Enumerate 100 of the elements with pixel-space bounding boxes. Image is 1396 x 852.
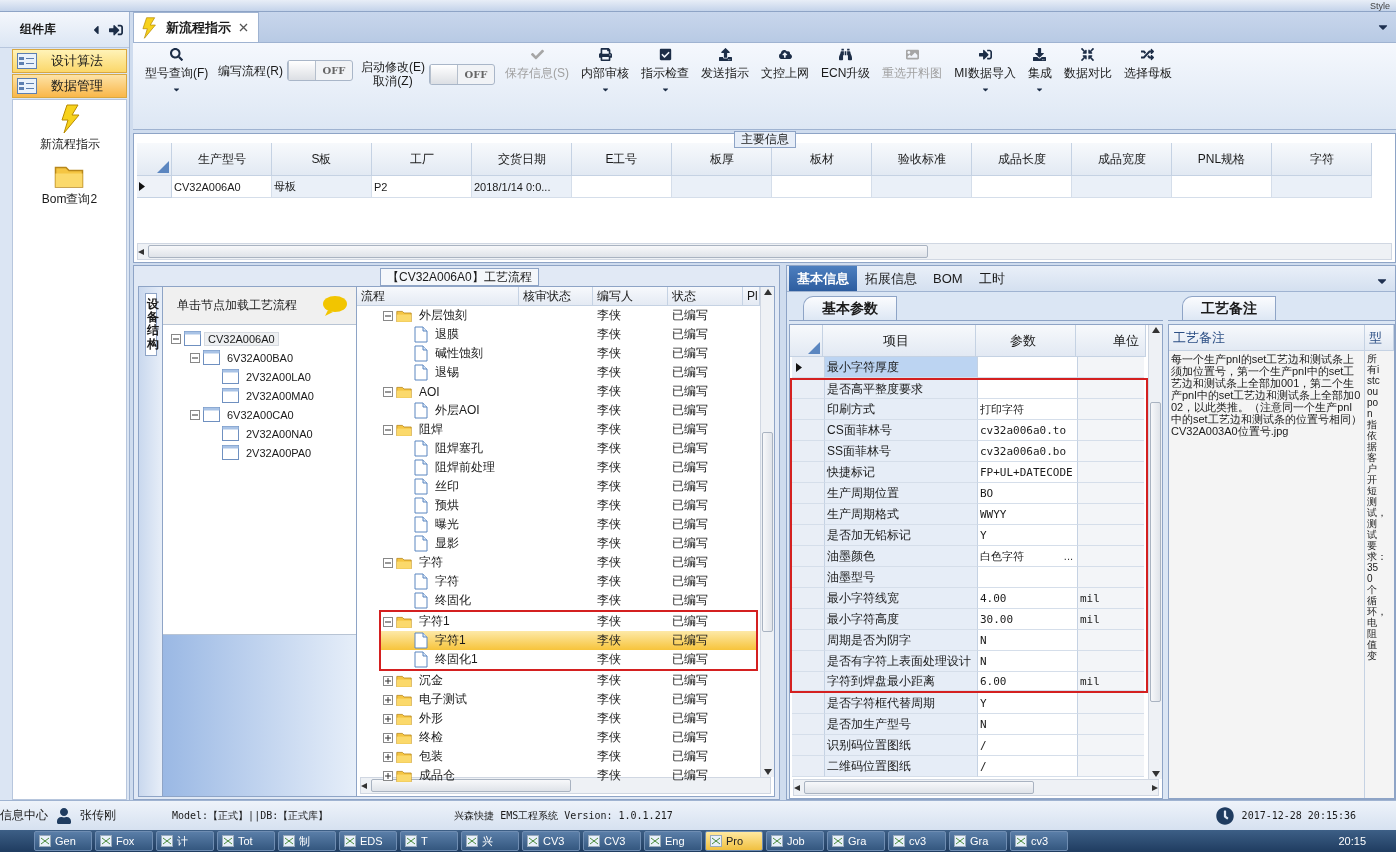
tree-node[interactable]: 6V32A00BA0	[223, 350, 298, 365]
param-value[interactable]: 6.00	[978, 672, 1078, 691]
flow-row[interactable]: 外层蚀刻 李侠 已编写	[357, 306, 760, 325]
scrollbar[interactable]	[137, 243, 1392, 260]
toolbar-button[interactable]: 数据对比	[1057, 47, 1118, 82]
section-tab[interactable]: 基本参数	[803, 296, 897, 320]
taskbar-item[interactable]: Tot	[217, 831, 275, 851]
tree-node[interactable]: 2V32A00PA0	[242, 445, 316, 460]
scroll-up-icon[interactable]	[1151, 327, 1160, 333]
flow-row[interactable]: 预烘 李侠 已编写	[357, 496, 760, 515]
param-value[interactable]: FP+UL+DATECODE	[978, 462, 1078, 483]
column-header[interactable]: 工艺备注	[1169, 325, 1365, 351]
sidebar-group[interactable]: 设计算法	[12, 49, 127, 73]
column-header[interactable]: PNL规格	[1172, 143, 1272, 176]
close-icon[interactable]	[238, 23, 248, 32]
collapse-icon[interactable]	[190, 409, 200, 420]
param-value[interactable]: Y	[978, 525, 1078, 546]
toolbar-button[interactable]: 选择母板	[1117, 47, 1178, 82]
taskbar-item[interactable]: Gen	[34, 831, 92, 851]
scroll-left-icon[interactable]	[794, 784, 802, 791]
flow-row[interactable]: 碱性蚀刻 李侠 已编写	[357, 344, 760, 363]
param-row[interactable]: 最小字符高度 30.00 mil	[790, 609, 1148, 630]
toolbar-button[interactable]: 文控上网	[755, 47, 815, 82]
param-row[interactable]: 是否有字符上表面处理设计 N	[790, 651, 1148, 672]
collapse-icon[interactable]	[383, 310, 393, 321]
column-header[interactable]: 工厂	[372, 143, 472, 176]
scroll-down-icon[interactable]	[763, 769, 772, 775]
flow-row[interactable]: 显影 李侠 已编写	[357, 534, 760, 553]
param-value[interactable]: 打印字符	[978, 399, 1078, 420]
column-header[interactable]: 状态	[668, 287, 743, 305]
taskbar-item[interactable]: Pro	[705, 831, 763, 851]
taskbar-item[interactable]: cv3	[1010, 831, 1068, 851]
param-row[interactable]: 生产周期位置 BO	[790, 483, 1148, 504]
param-row[interactable]: 是否字符框代替周期 Y	[790, 693, 1148, 714]
collapse-icon[interactable]	[383, 424, 393, 435]
sidebar-group[interactable]: 数据管理	[12, 74, 127, 98]
collapse-icon[interactable]	[383, 616, 393, 627]
param-value[interactable]: 30.00	[978, 609, 1078, 630]
tab[interactable]: 拓展信息	[857, 266, 925, 291]
sidebar-item[interactable]: 新流程指示	[37, 102, 102, 155]
scrollbar[interactable]	[793, 779, 1159, 796]
expand-icon[interactable]	[383, 713, 393, 724]
param-value[interactable]: /	[978, 756, 1078, 777]
section-tab[interactable]: 工艺备注	[1182, 296, 1276, 320]
taskbar-item[interactable]: Job	[766, 831, 824, 851]
expand-icon[interactable]	[383, 751, 393, 762]
flow-row[interactable]: 终检 李侠 已编写	[357, 728, 760, 747]
sidebar-item[interactable]: Bom查询2	[39, 161, 100, 210]
tree-node[interactable]: 2V32A00NA0	[242, 426, 317, 441]
param-row[interactable]: 快捷标记 FP+UL+DATECODE	[790, 462, 1148, 483]
flow-row[interactable]: 丝印 李侠 已编写	[357, 477, 760, 496]
param-value[interactable]: 4.00	[978, 588, 1078, 609]
taskbar-item[interactable]: Eng	[644, 831, 702, 851]
param-row[interactable]: 周期是否为阴字 N	[790, 630, 1148, 651]
param-row[interactable]: 印刷方式 打印字符	[790, 399, 1148, 420]
param-value[interactable]: N	[978, 714, 1078, 735]
column-header[interactable]: 核审状态	[519, 287, 593, 305]
expand-icon[interactable]	[383, 770, 393, 781]
taskbar-item[interactable]: Fox	[95, 831, 153, 851]
toolbar-button[interactable]: 内部审核	[575, 47, 635, 93]
collapse-icon[interactable]	[383, 557, 393, 568]
tab[interactable]: BOM	[925, 266, 971, 291]
flow-row[interactable]: 退膜 李侠 已编写	[357, 325, 760, 344]
column-header[interactable]: 生产型号	[172, 143, 272, 176]
param-value[interactable]: cv32a006a0.to	[978, 420, 1078, 441]
taskbar-item[interactable]: 制	[278, 831, 336, 851]
param-row[interactable]: 是否加无铅标记 Y	[790, 525, 1148, 546]
sign-in-icon[interactable]	[109, 22, 123, 37]
column-header[interactable]: 成品长度	[972, 143, 1072, 176]
flow-row[interactable]: AOI 李侠 已编写	[357, 382, 760, 401]
flow-row[interactable]: 沉金 李侠 已编写	[357, 671, 760, 690]
param-row[interactable]: 油墨颜色 白色字符 ...	[790, 546, 1148, 567]
column-header[interactable]: 单位	[1076, 325, 1146, 357]
tree-node[interactable]: 2V32A00MA0	[242, 388, 318, 403]
scroll-left-icon[interactable]	[361, 782, 369, 789]
toolbar-button[interactable]: 型号查询(F)	[139, 47, 215, 93]
collapse-icon[interactable]	[171, 333, 181, 344]
flow-row[interactable]: 阻焊前处理 李侠 已编写	[357, 458, 760, 477]
column-header[interactable]: 成品宽度	[1072, 143, 1172, 176]
toolbar-button[interactable]: MI数据导入	[948, 47, 1022, 93]
param-value[interactable]: N	[978, 651, 1078, 672]
flow-row[interactable]: 字符1 李侠 已编写	[381, 612, 756, 631]
toolbar-button[interactable]: 指示检查	[635, 47, 695, 93]
column-header[interactable]: 参数	[976, 325, 1076, 357]
column-header[interactable]: 型	[1365, 325, 1394, 351]
tab[interactable]: 基本信息	[789, 266, 857, 291]
collapse-icon[interactable]	[383, 386, 393, 397]
expand-icon[interactable]	[383, 694, 393, 705]
flow-row[interactable]: 外形 李侠 已编写	[357, 709, 760, 728]
taskbar-item[interactable]: 计	[156, 831, 214, 851]
scroll-down-icon[interactable]	[1151, 771, 1160, 777]
param-value[interactable]: WWYY	[978, 504, 1078, 525]
param-row[interactable]: 二维码位置图纸 /	[790, 756, 1148, 777]
column-header[interactable]: 交货日期	[472, 143, 572, 176]
toggle-switch[interactable]: OFF	[429, 63, 495, 85]
flow-row[interactable]: 终固化1 李侠 已编写	[381, 650, 756, 669]
toolbar-button[interactable]: 发送指示	[695, 47, 755, 82]
document-tab[interactable]: 新流程指示	[133, 12, 259, 42]
param-row[interactable]: 最小字符厚度	[790, 357, 1148, 378]
column-header[interactable]: 验收标准	[872, 143, 972, 176]
